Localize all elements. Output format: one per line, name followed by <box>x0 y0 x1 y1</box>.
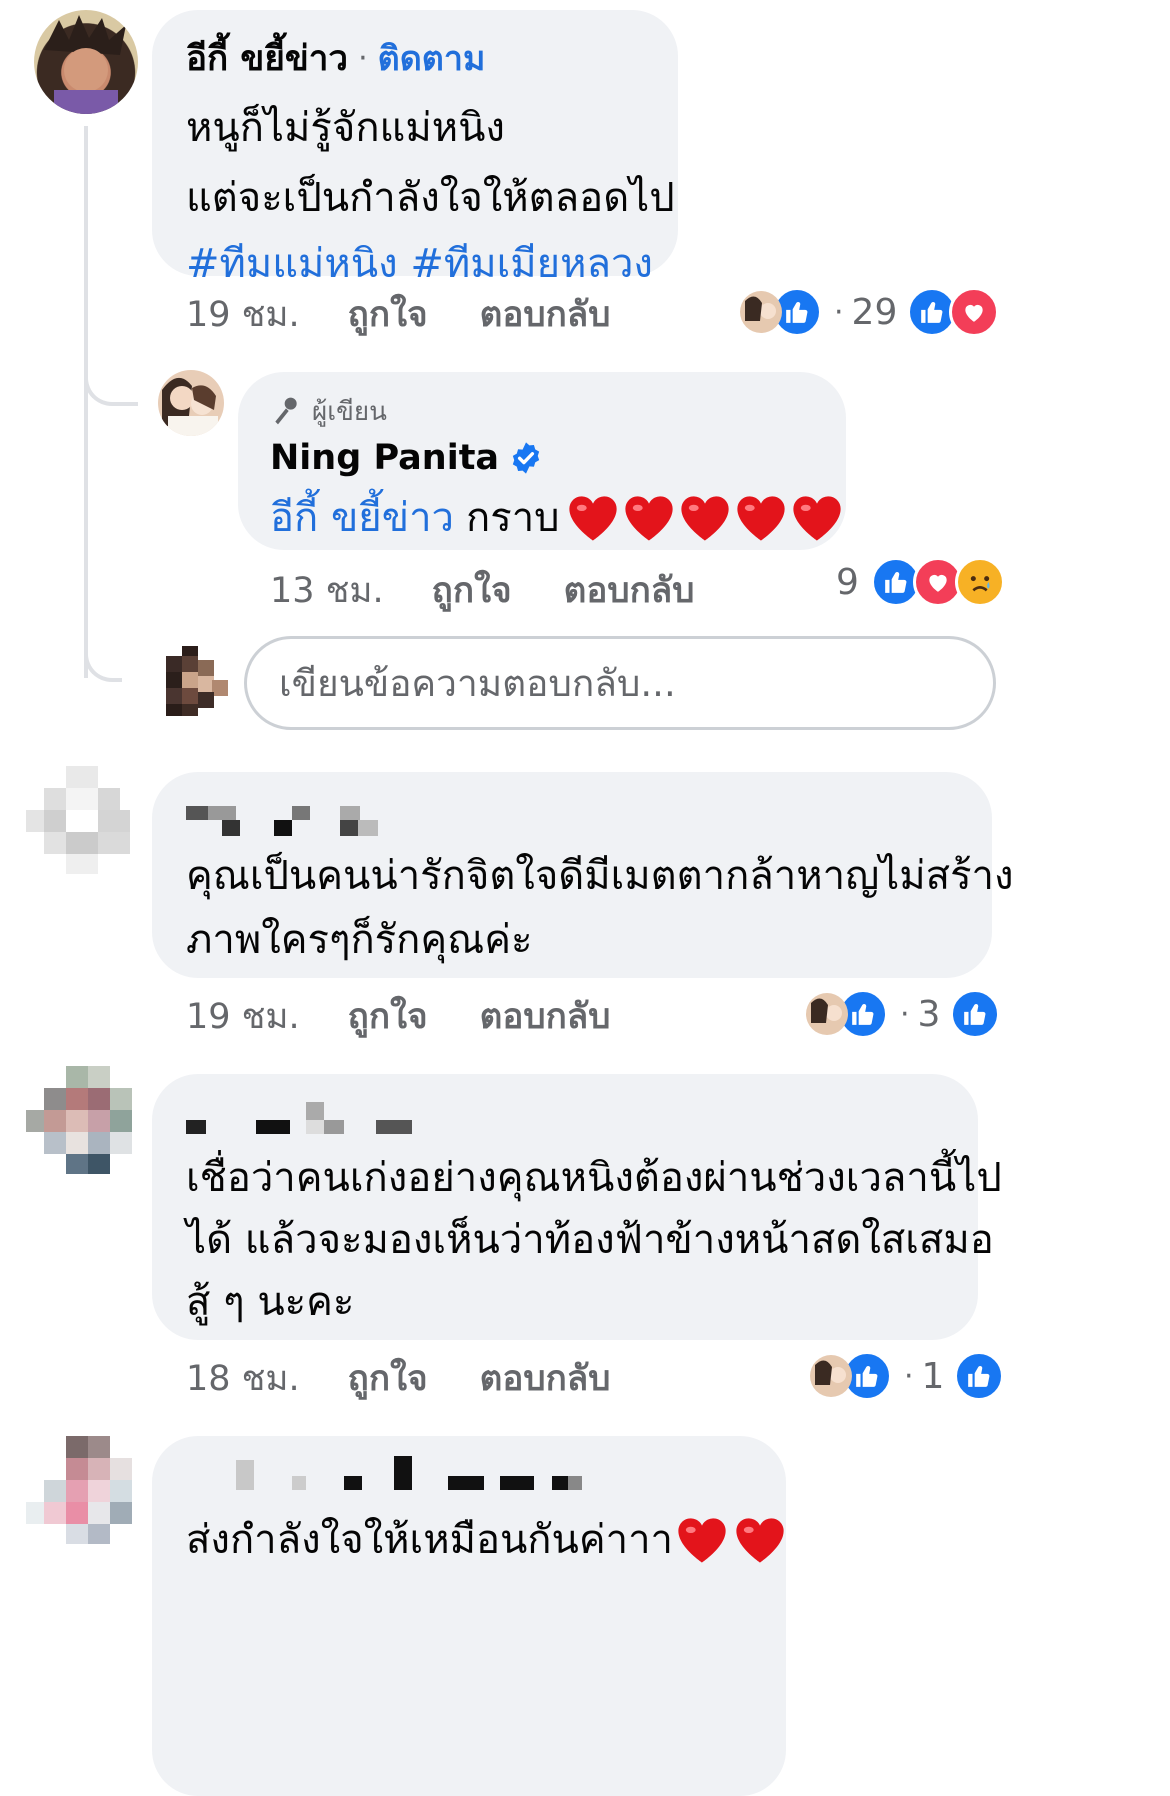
reply-action[interactable]: ตอบกลับ <box>480 1351 611 1406</box>
reply-action[interactable]: ตอบกลับ <box>480 989 611 1044</box>
comment-line: ส่งกำลังใจให้เหมือนกันค่าาา <box>186 1517 674 1563</box>
separator-dot: · <box>834 294 844 330</box>
reply-actions: 13 ชม. ถูกใจ ตอบกลับ <box>270 566 746 614</box>
author-liked-avatar <box>740 291 782 333</box>
comment-actions: 18 ชม. ถูกใจ ตอบกลับ <box>186 1354 662 1402</box>
comment-bubble: คุณเป็นคนน่ารักจิตใจดีมีเมตตากล้าหาญไม่ส… <box>152 772 1014 978</box>
commenter-avatar[interactable] <box>26 1436 134 1544</box>
follow-link[interactable]: ติดตาม <box>378 31 486 85</box>
reaction-summary[interactable]: 9 <box>836 557 1005 607</box>
comment-actions: 19 ชม. ถูกใจ ตอบกลับ <box>186 290 662 338</box>
pixelated-avatar-image <box>26 1066 132 1174</box>
reaction-count: 9 <box>836 561 859 603</box>
heart-emoji-icon <box>624 496 673 541</box>
love-reaction-icon <box>949 287 1000 337</box>
avatar-image <box>162 377 218 436</box>
reply-bubble: ผู้เขียน Ning Panita อีกี้ ขยี้ข่าว กราบ <box>238 372 846 550</box>
comment-actions: 19 ชม. ถูกใจ ตอบกลับ <box>186 992 662 1040</box>
reply-text: กราบ <box>466 495 560 541</box>
heart-emoji-icon <box>736 496 785 541</box>
like-action[interactable]: ถูกใจ <box>348 989 428 1044</box>
commenter-avatar[interactable] <box>26 766 134 874</box>
comment-author[interactable]: อีกี้ ขยี้ข่าว <box>186 31 348 86</box>
like-reaction-icon <box>954 1351 1005 1401</box>
comment-bubble: ส่งกำลังใจให้เหมือนกันค่าาา <box>152 1436 786 1796</box>
like-action[interactable]: ถูกใจ <box>348 1351 428 1406</box>
reply-time[interactable]: 13 ชม. <box>270 563 384 618</box>
reaction-summary[interactable]: · 29 <box>740 287 1000 337</box>
commenter-avatar[interactable] <box>26 1066 134 1174</box>
like-action[interactable]: ถูกใจ <box>432 563 512 618</box>
verified-badge-icon <box>509 441 543 475</box>
separator-dot: · <box>900 996 910 1032</box>
heart-emoji-icon <box>568 496 617 541</box>
author-liked-avatar <box>806 993 848 1035</box>
reply-action[interactable]: ตอบกลับ <box>564 563 695 618</box>
pixelated-author-name <box>186 1456 606 1496</box>
heart-emoji-group <box>564 493 844 543</box>
microphone-icon <box>270 395 302 427</box>
reaction-count: 3 <box>917 993 941 1035</box>
mention-link[interactable]: อีกี้ ขยี้ข่าว <box>270 482 454 554</box>
comment-bubble: อีกี้ ขยี้ข่าว · ติดตาม หนูก็ไม่รู้จักแม… <box>152 10 678 287</box>
heart-emoji-icon <box>678 1518 726 1563</box>
avatar-image <box>44 15 126 114</box>
heart-emoji-group <box>675 1515 787 1565</box>
reaction-count: 1 <box>921 1355 945 1397</box>
sad-face-icon <box>954 557 1005 607</box>
heart-emoji-icon <box>792 496 841 541</box>
comment-bubble: เชื่อว่าคนเก่งอย่างคุณหนิงต้องผ่านช่วงเว… <box>152 1074 1002 1340</box>
current-user-avatar <box>166 646 228 716</box>
comment-time[interactable]: 19 ชม. <box>186 989 300 1044</box>
author-liked-avatar <box>810 1355 852 1397</box>
reaction-count: 29 <box>851 291 898 333</box>
comment-line: หนูก็ไม่รู้จักแม่หนิง <box>186 105 505 151</box>
thread-branch <box>84 630 122 682</box>
comment-line: คุณเป็นคนน่ารักจิตใจดีมีเมตตากล้าหาญไม่ส… <box>186 853 1014 899</box>
heart-emoji-icon <box>680 496 729 541</box>
comment-line: ภาพใครๆก็รักคุณค่ะ <box>186 917 533 963</box>
reaction-summary[interactable]: · 3 <box>806 989 1001 1039</box>
reply-action[interactable]: ตอบกลับ <box>480 287 611 342</box>
comment-line: แต่จะเป็นกำลังใจให้ตลอดไป <box>186 175 675 221</box>
thread-branch <box>84 350 138 406</box>
pixelated-avatar-image <box>26 766 130 874</box>
pixelated-author-name <box>186 806 386 840</box>
comment-time[interactable]: 18 ชม. <box>186 1351 300 1406</box>
author-badge-label: ผู้เขียน <box>312 396 387 427</box>
like-reaction-icon <box>950 989 1001 1039</box>
pixelated-avatar-image <box>26 1436 132 1544</box>
reply-input[interactable]: เขียนข้อความตอบกลับ... <box>244 636 996 730</box>
reply-author-name[interactable]: Ning Panita <box>270 438 499 478</box>
heart-emoji-icon <box>736 1518 784 1563</box>
separator-dot: · <box>904 1358 914 1394</box>
like-action[interactable]: ถูกใจ <box>348 287 428 342</box>
commenter-avatar[interactable] <box>34 10 138 114</box>
reply-author-avatar[interactable] <box>158 370 224 436</box>
separator-dot: · <box>358 40 368 76</box>
comment-line: สู้ ๆ นะคะ <box>186 1279 355 1325</box>
comment-time[interactable]: 19 ชม. <box>186 287 300 342</box>
pixelated-author-name <box>186 1102 426 1138</box>
thread-line <box>84 126 88 678</box>
reaction-summary[interactable]: · 1 <box>810 1351 1005 1401</box>
